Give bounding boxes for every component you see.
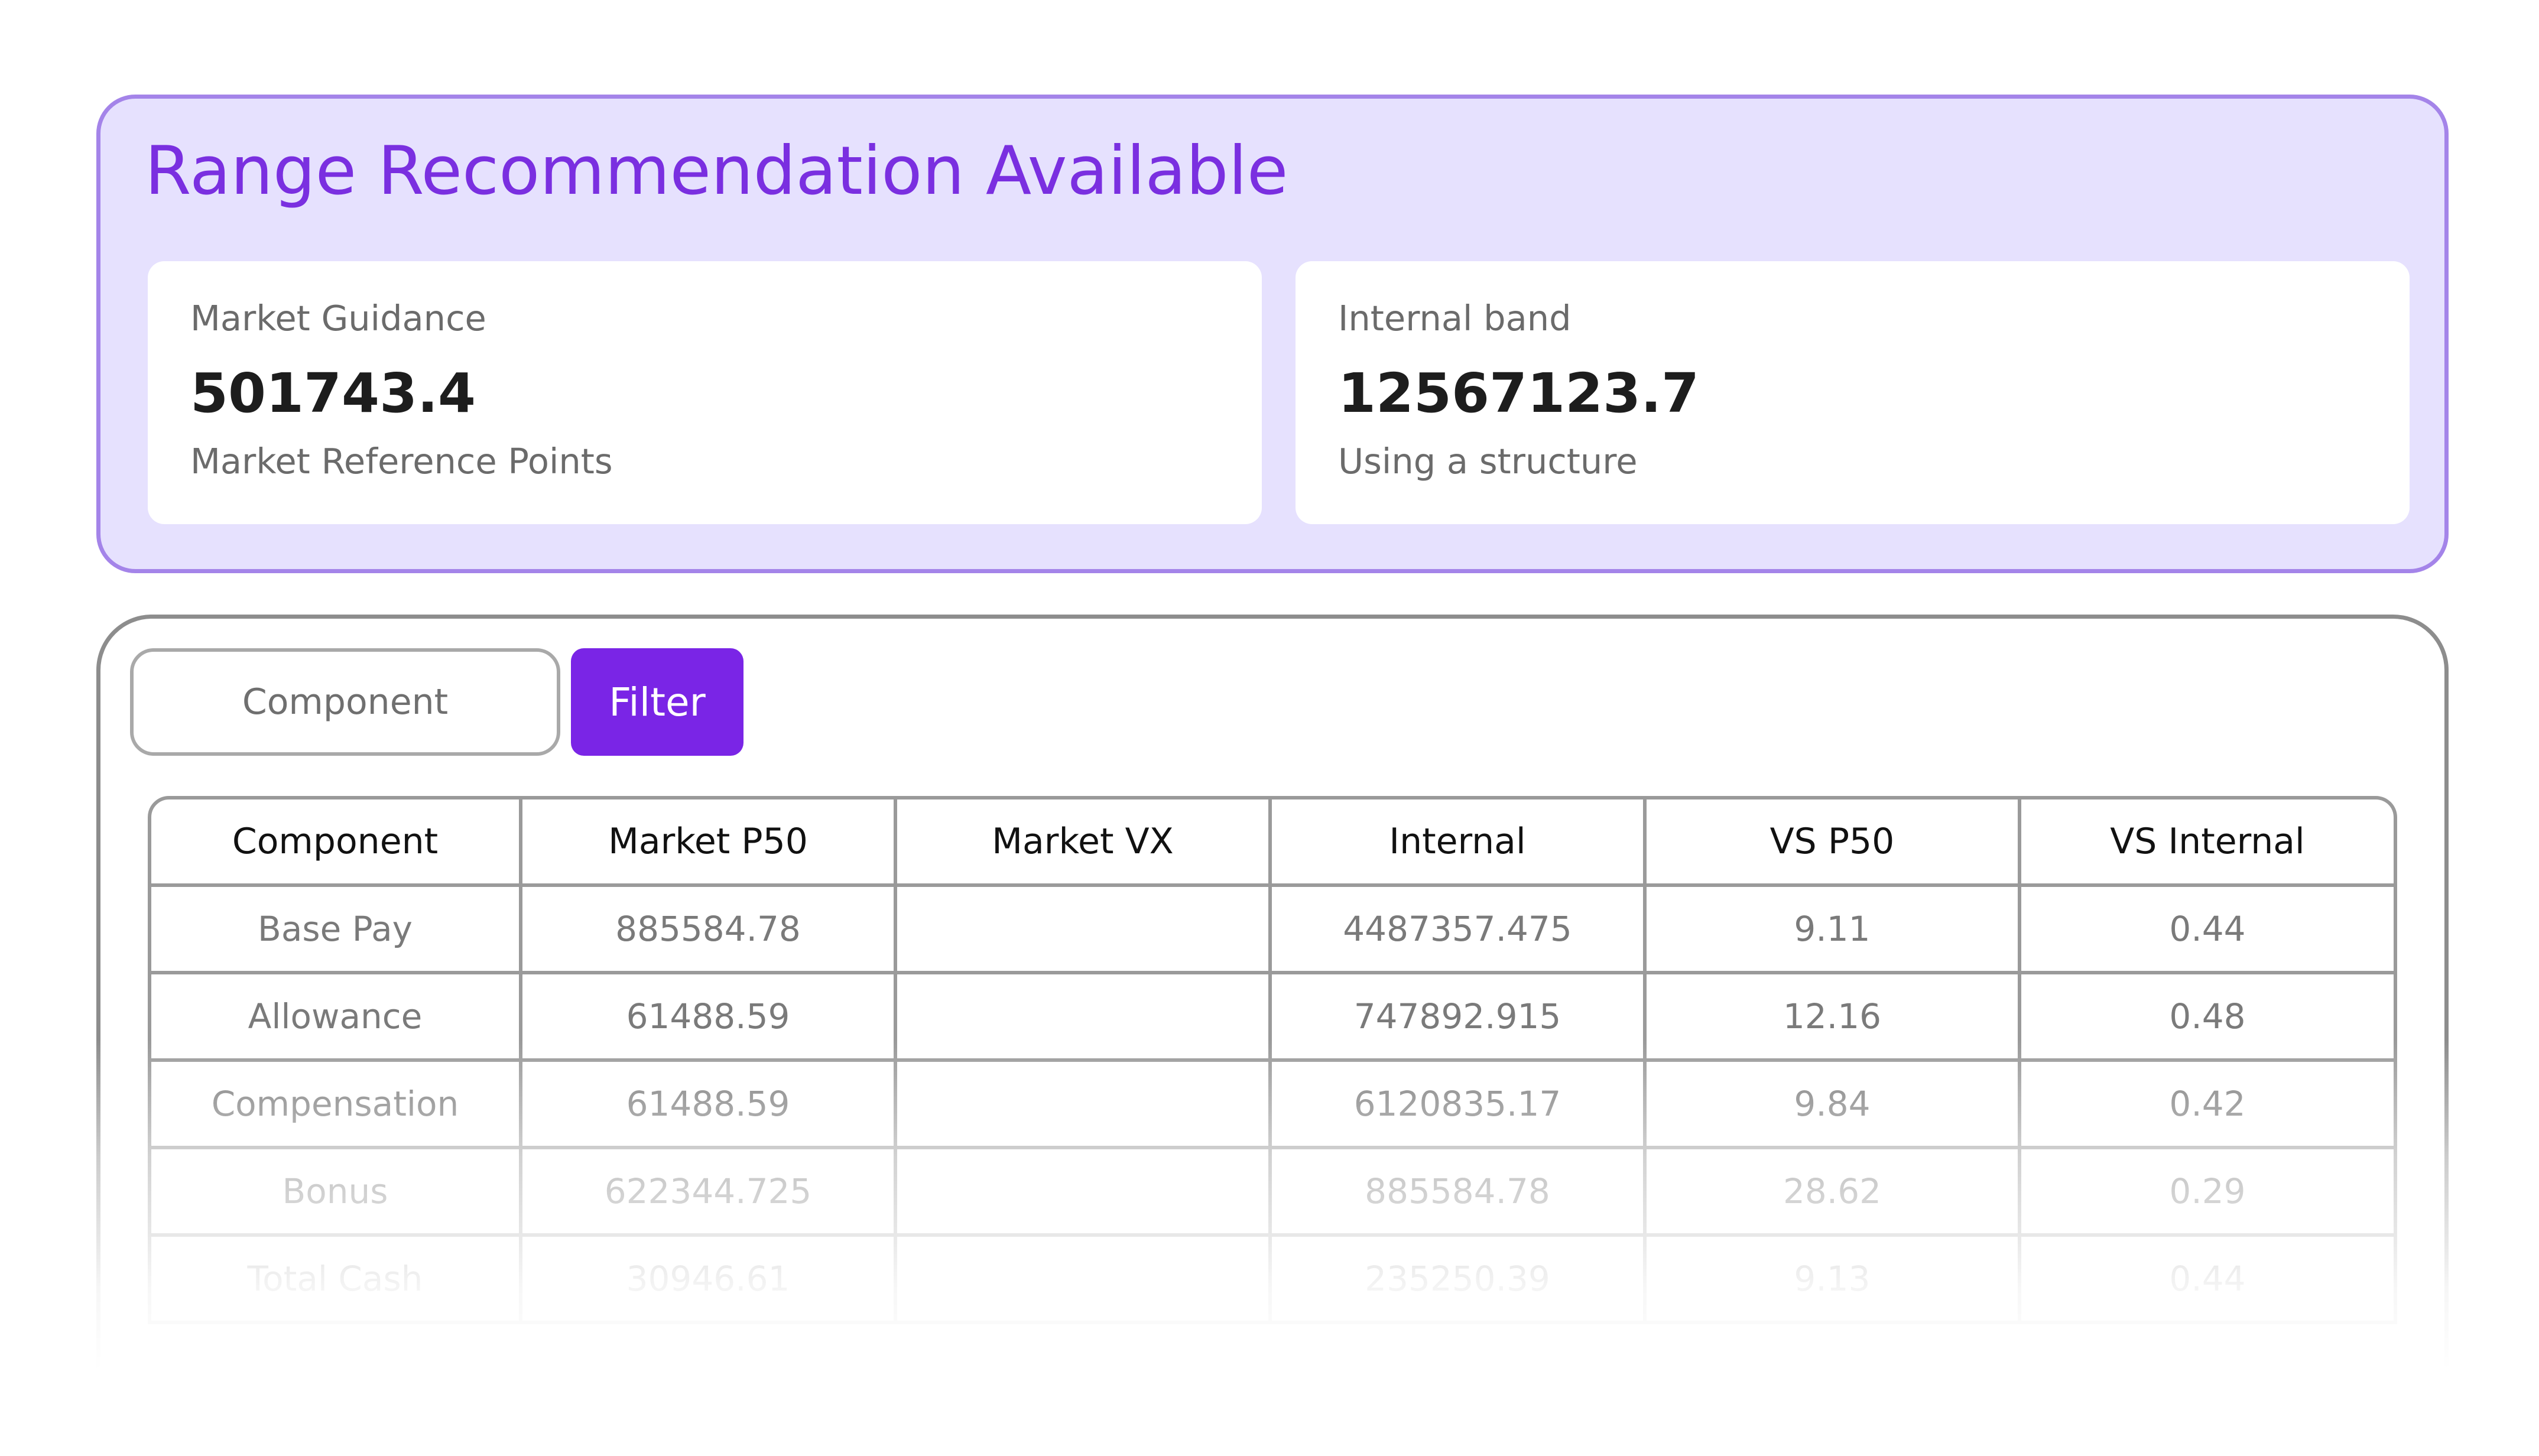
cell-vs-p50: 12.16 xyxy=(1647,974,2021,1062)
cell-market-p50: 885584.78 xyxy=(522,887,897,974)
cell-component: Compensation xyxy=(148,1062,522,1149)
cell-component: Base Pay xyxy=(148,887,522,974)
column-header-market-vx[interactable]: Market VX xyxy=(897,796,1272,887)
market-guidance-note: Market Reference Points xyxy=(190,441,613,482)
cell-vs-p50: 9.11 xyxy=(1647,887,2021,974)
components-table-panel: Filter Component Market P50 Market VX In… xyxy=(96,615,2449,1368)
market-guidance-label: Market Guidance xyxy=(190,298,486,339)
table-row[interactable]: Base Pay 885584.78 4487357.475 9.11 0.44 xyxy=(148,887,2397,974)
component-filter-input[interactable] xyxy=(130,648,560,756)
cell-internal: 747892.915 xyxy=(1272,974,1647,1062)
table-row[interactable]: Total Cash 30946.61 235250.39 9.13 0.44 xyxy=(148,1237,2397,1324)
internal-band-note: Using a structure xyxy=(1338,441,1638,482)
cell-market-vx xyxy=(897,887,1272,974)
column-header-vs-internal[interactable]: VS Internal xyxy=(2021,796,2397,887)
cell-vs-internal: 0.44 xyxy=(2021,1237,2397,1324)
cell-component: Allowance xyxy=(148,974,522,1062)
cell-vs-p50: 9.84 xyxy=(1647,1062,2021,1149)
internal-band-label: Internal band xyxy=(1338,298,1572,339)
internal-band-value: 12567123.7 xyxy=(1338,362,1700,425)
cell-market-p50: 61488.59 xyxy=(522,974,897,1062)
filter-button[interactable]: Filter xyxy=(571,648,743,756)
column-header-vs-p50[interactable]: VS P50 xyxy=(1647,796,2021,887)
cell-market-p50: 622344.725 xyxy=(522,1149,897,1237)
cell-market-vx xyxy=(897,1237,1272,1324)
cell-internal: 885584.78 xyxy=(1272,1149,1647,1237)
cell-vs-p50: 28.62 xyxy=(1647,1149,2021,1237)
cell-market-p50: 61488.59 xyxy=(522,1062,897,1149)
column-header-component[interactable]: Component xyxy=(148,796,522,887)
cell-vs-internal: 0.42 xyxy=(2021,1062,2397,1149)
cell-vs-p50: 9.13 xyxy=(1647,1237,2021,1324)
panel-title: Range Recommendation Available xyxy=(145,132,1288,210)
cell-market-vx xyxy=(897,1062,1272,1149)
column-header-market-p50[interactable]: Market P50 xyxy=(522,796,897,887)
cell-market-p50: 30946.61 xyxy=(522,1237,897,1324)
cell-internal: 235250.39 xyxy=(1272,1237,1647,1324)
cell-internal: 4487357.475 xyxy=(1272,887,1647,974)
table-row[interactable]: Bonus 622344.725 885584.78 28.62 0.29 xyxy=(148,1149,2397,1237)
market-guidance-value: 501743.4 xyxy=(190,362,476,425)
cell-market-vx xyxy=(897,974,1272,1062)
cell-market-vx xyxy=(897,1149,1272,1237)
components-table: Component Market P50 Market VX Internal … xyxy=(148,796,2397,1324)
cell-vs-internal: 0.29 xyxy=(2021,1149,2397,1237)
internal-band-card: Internal band 12567123.7 Using a structu… xyxy=(1296,261,2410,524)
table-row[interactable]: Allowance 61488.59 747892.915 12.16 0.48 xyxy=(148,974,2397,1062)
cell-component: Bonus xyxy=(148,1149,522,1237)
cell-component: Total Cash xyxy=(148,1237,522,1324)
table-header-row: Component Market P50 Market VX Internal … xyxy=(148,796,2397,887)
cell-vs-internal: 0.44 xyxy=(2021,887,2397,974)
column-header-internal[interactable]: Internal xyxy=(1272,796,1647,887)
compensation-page: Range Recommendation Available Market Gu… xyxy=(0,0,2539,1456)
table-row[interactable]: Compensation 61488.59 6120835.17 9.84 0.… xyxy=(148,1062,2397,1149)
cell-internal: 6120835.17 xyxy=(1272,1062,1647,1149)
cell-vs-internal: 0.48 xyxy=(2021,974,2397,1062)
market-guidance-card: Market Guidance 501743.4 Market Referenc… xyxy=(148,261,1262,524)
range-recommendation-panel: Range Recommendation Available Market Gu… xyxy=(96,95,2449,573)
